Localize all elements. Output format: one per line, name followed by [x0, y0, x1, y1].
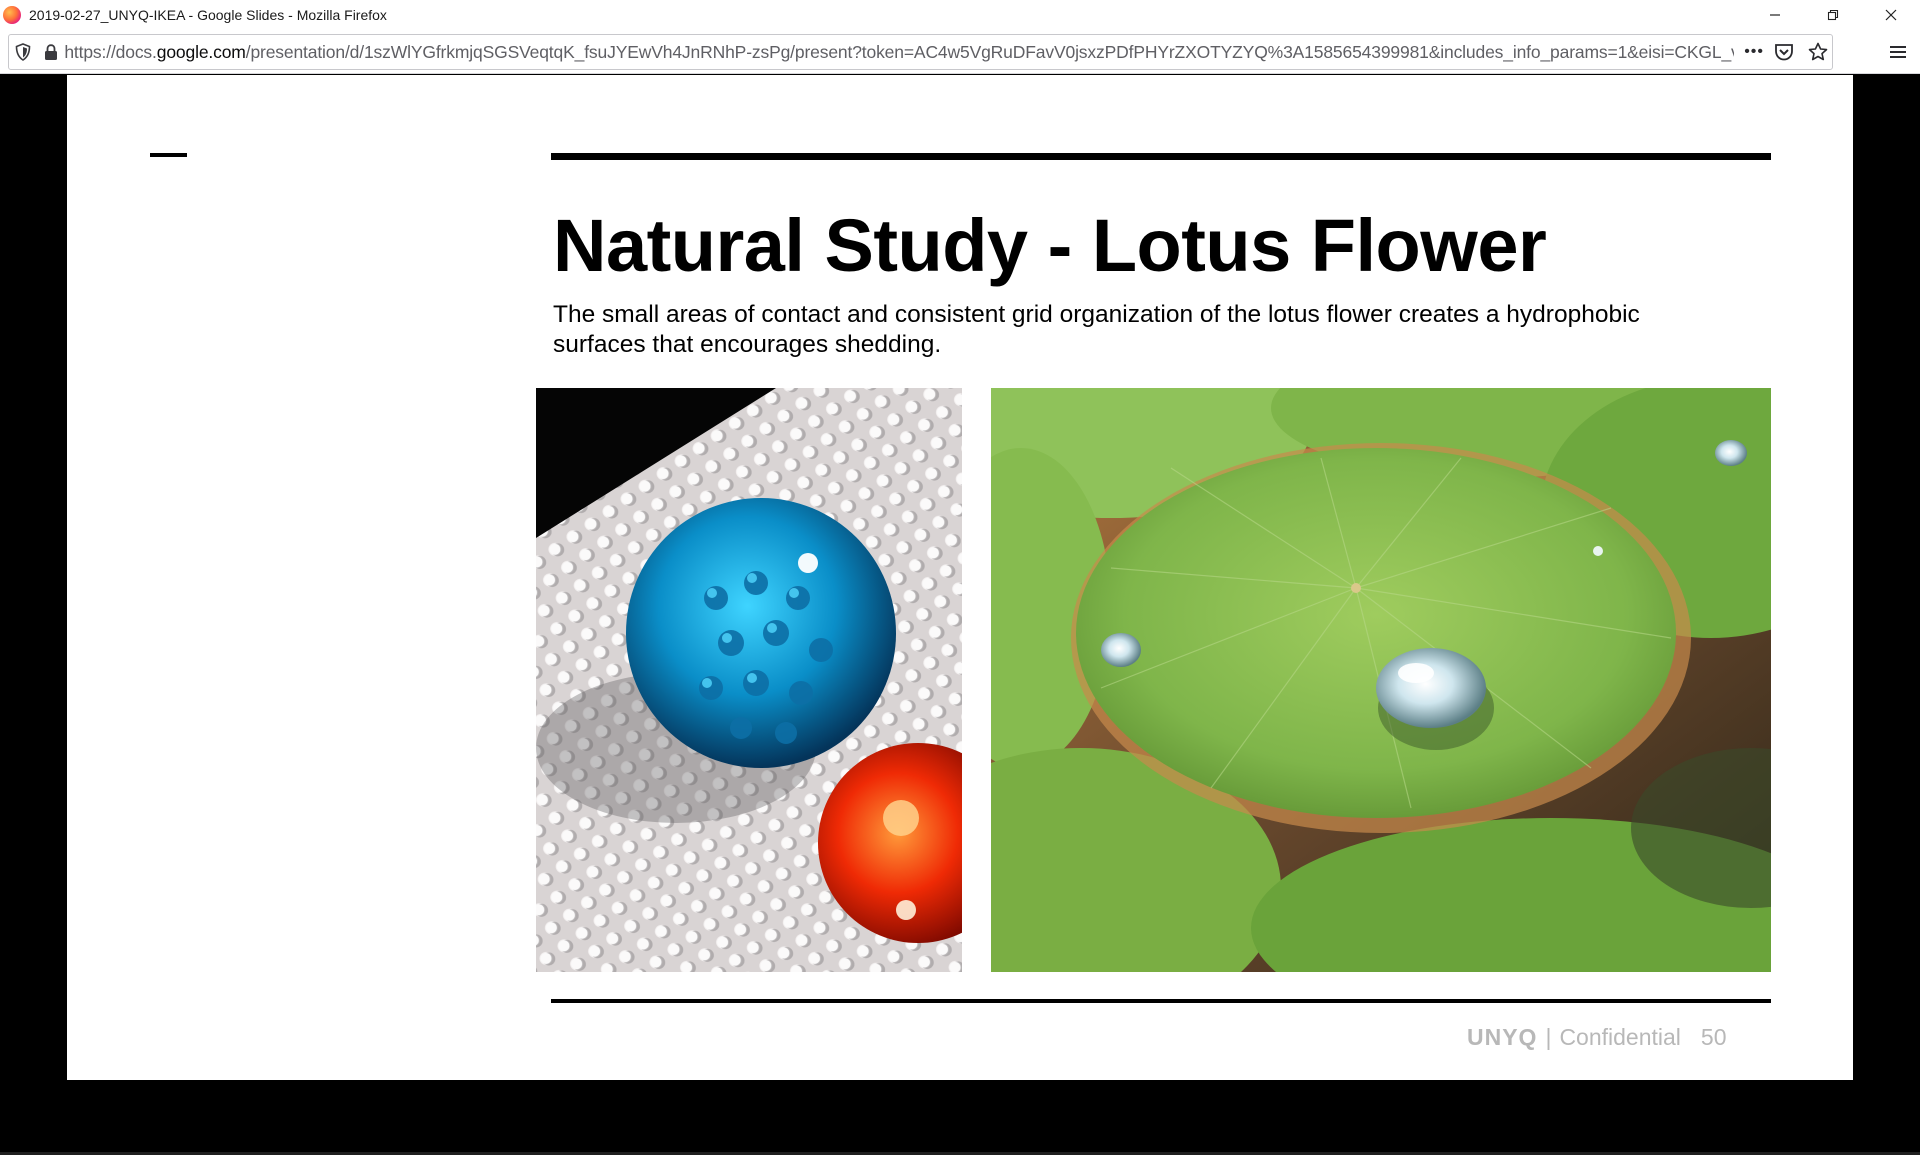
bookmark-star-icon[interactable] [1804, 38, 1832, 66]
presentation-stage[interactable]: Natural Study - Lotus Flower The small a… [0, 75, 1920, 1155]
minimize-icon [1770, 14, 1780, 16]
slide[interactable]: Natural Study - Lotus Flower The small a… [67, 75, 1853, 1080]
bottom-divider [551, 999, 1771, 1003]
footer-label: Confidential [1559, 1024, 1681, 1050]
minimize-button[interactable] [1746, 0, 1804, 30]
slide-accent-dash [150, 153, 187, 157]
url-bar[interactable]: https://docs.google.com/presentation/d/1… [8, 34, 1833, 70]
footer-separator: | [1545, 1024, 1552, 1050]
close-button[interactable] [1862, 0, 1920, 30]
slide-title: Natural Study - Lotus Flower [553, 204, 1547, 287]
url-domain: google.com [156, 41, 246, 62]
page-actions-button[interactable]: ••• [1744, 43, 1764, 61]
pocket-icon[interactable] [1770, 38, 1798, 66]
footer-brand: UNYQ [1467, 1024, 1538, 1050]
navigation-toolbar: https://docs.google.com/presentation/d/1… [0, 30, 1920, 74]
window-controls [1746, 0, 1920, 30]
water-droplets-on-grid-photo [536, 388, 962, 972]
close-icon [1885, 9, 1897, 21]
restore-icon [1827, 9, 1839, 21]
page-number: 50 [1700, 1024, 1727, 1050]
window-title: 2019-02-27_UNYQ-IKEA - Google Slides - M… [29, 7, 387, 23]
url-text[interactable]: https://docs.google.com/presentation/d/1… [64, 42, 1734, 63]
slide-footer: UNYQ | Confidential 50 [1467, 1024, 1727, 1051]
window-title-bar: 2019-02-27_UNYQ-IKEA - Google Slides - M… [0, 0, 1920, 30]
lock-icon[interactable] [37, 38, 65, 66]
restore-button[interactable] [1804, 0, 1862, 30]
url-actions: ••• [1744, 38, 1832, 66]
top-divider [551, 153, 1771, 160]
firefox-icon [3, 6, 21, 24]
slide-body-text: The small areas of contact and consisten… [553, 301, 1640, 358]
hamburger-menu-icon[interactable] [1884, 38, 1912, 66]
shield-icon[interactable] [9, 38, 37, 66]
lotus-leaf-with-water-drop-photo [991, 388, 1771, 972]
